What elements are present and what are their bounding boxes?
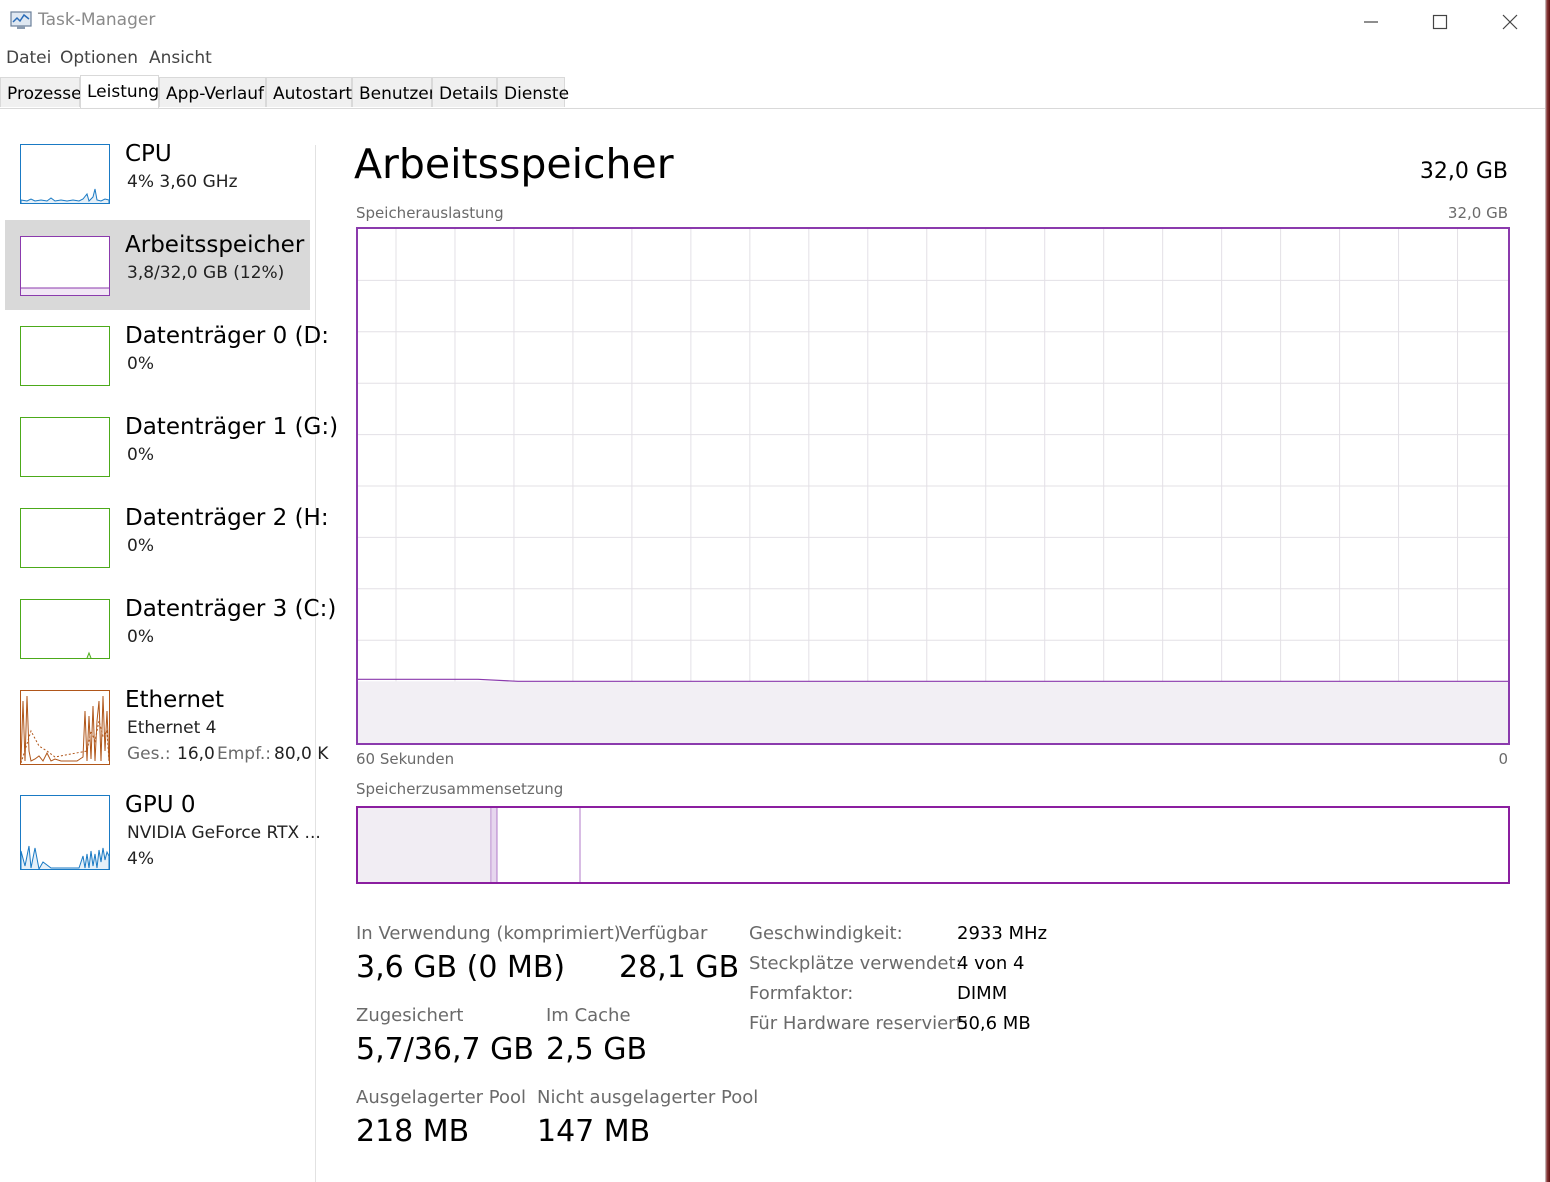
- sidebar-item-subtitle: 0%: [127, 627, 154, 647]
- tab-dienste[interactable]: Dienste: [497, 77, 569, 107]
- tab-prozesse[interactable]: Prozesse: [0, 77, 82, 107]
- sidebar-item-datentraeger-1[interactable]: Datenträger 1 (G:) 0%: [5, 414, 338, 507]
- maximize-icon: [1432, 14, 1448, 30]
- tab-leistung[interactable]: Leistung: [80, 75, 159, 109]
- sidebar-item-arbeitsspeicher[interactable]: Arbeitsspeicher 3,8/32,0 GB (12%): [5, 220, 310, 310]
- sidebar-item-title: GPU 0: [125, 792, 196, 818]
- ethernet-received-value: 80,0 K: [274, 744, 329, 764]
- graph-grid: [358, 229, 1508, 743]
- ethernet-thumbnail-graph: [20, 690, 110, 765]
- graph-axis-right: 0: [1498, 750, 1508, 768]
- gpu-usage-value: 4%: [127, 849, 154, 869]
- menu-ansicht[interactable]: Ansicht: [149, 48, 212, 68]
- sidebar-item-subtitle: 3,8/32,0 GB (12%): [127, 263, 285, 283]
- tab-benutzer[interactable]: Benutzer: [352, 77, 436, 107]
- nonpaged-pool-label: Nicht ausgelagerter Pool: [537, 1087, 759, 1108]
- disk-0-thumbnail-graph: [20, 326, 110, 386]
- sidebar-item-title: Datenträger 3 (C:): [125, 596, 337, 622]
- minimize-icon: [1364, 21, 1378, 23]
- sidebar-item-datentraeger-3[interactable]: Datenträger 3 (C:) 0%: [5, 596, 336, 689]
- composition-in-use: [358, 808, 491, 882]
- sidebar-item-title: Datenträger 0 (D:: [125, 323, 330, 349]
- ethernet-received-label: Empf.:: [217, 744, 271, 764]
- disk-2-thumbnail-graph: [20, 508, 110, 568]
- form-factor-value: DIMM: [957, 983, 1008, 1004]
- disk-1-thumbnail-graph: [20, 417, 110, 477]
- nonpaged-pool-value: 147 MB: [537, 1114, 651, 1149]
- menu-datei[interactable]: Datei: [6, 48, 51, 68]
- available-value: 28,1 GB: [619, 950, 740, 985]
- paged-pool-value: 218 MB: [356, 1114, 470, 1149]
- close-icon: [1502, 14, 1518, 30]
- tab-autostart[interactable]: Autostart: [266, 77, 352, 107]
- sidebar-item-subtitle: 4% 3,60 GHz: [127, 172, 238, 192]
- sidebar-item-title: CPU: [125, 141, 172, 167]
- disk-3-thumbnail-graph: [20, 599, 110, 659]
- composition-caption: Speicherzusammensetzung: [356, 780, 564, 798]
- sidebar-divider: [315, 145, 316, 1182]
- slots-value: 4 von 4: [957, 953, 1025, 974]
- sidebar-item-subtitle: Ethernet 4: [127, 718, 217, 738]
- usage-fill: [358, 681, 1508, 743]
- sidebar-item-subtitle: NVIDIA GeForce RTX ...: [127, 823, 321, 843]
- graph-axis-left: 60 Sekunden: [356, 750, 455, 768]
- task-manager-app-icon: [10, 10, 32, 30]
- hardware-reserved-label: Für Hardware reserviert:: [749, 1013, 969, 1034]
- gpu-thumbnail-graph: [20, 795, 110, 870]
- usage-max-label: 32,0 GB: [1447, 204, 1508, 222]
- committed-value: 5,7/36,7 GB: [356, 1032, 534, 1067]
- committed-label: Zugesichert: [356, 1005, 464, 1026]
- sidebar-item-title: Datenträger 2 (H:: [125, 505, 329, 531]
- close-button[interactable]: [1475, 0, 1545, 44]
- tab-details[interactable]: Details: [432, 77, 498, 107]
- sidebar-item-datentraeger-0[interactable]: Datenträger 0 (D: 0%: [5, 323, 329, 416]
- sidebar-item-subtitle: 0%: [127, 445, 154, 465]
- tab-bar-divider: [0, 108, 1546, 109]
- memory-thumbnail-graph: [20, 236, 110, 296]
- cached-value: 2,5 GB: [546, 1032, 648, 1067]
- sidebar-item-title: Ethernet: [125, 687, 225, 713]
- sidebar-item-subtitle: 0%: [127, 354, 154, 374]
- page-title: Arbeitsspeicher: [354, 140, 674, 188]
- cached-label: Im Cache: [546, 1005, 631, 1026]
- speed-label: Geschwindigkeit:: [749, 923, 903, 944]
- sidebar-item-title: Arbeitsspeicher: [125, 232, 305, 258]
- cpu-thumbnail-graph: [20, 144, 110, 204]
- in-use-label: In Verwendung (komprimiert): [356, 923, 621, 944]
- ethernet-sent-value: 16,0: [177, 744, 215, 764]
- title-bar: Task-Manager: [0, 0, 1546, 44]
- memory-composition-bar: [356, 806, 1510, 884]
- sidebar-item-subtitle: 0%: [127, 536, 154, 556]
- slots-label: Steckplätze verwendet:: [749, 953, 962, 974]
- sidebar-item-gpu-0[interactable]: GPU 0 NVIDIA GeForce RTX ... 4%: [5, 792, 321, 885]
- composition-modified: [492, 808, 497, 882]
- form-factor-label: Formfaktor:: [749, 983, 854, 1004]
- ethernet-sent-label: Ges.:: [127, 744, 171, 764]
- window-title: Task-Manager: [38, 10, 156, 30]
- menu-optionen[interactable]: Optionen: [60, 48, 138, 68]
- available-label: Verfügbar: [619, 923, 708, 944]
- memory-total: 32,0 GB: [1419, 159, 1508, 184]
- sidebar-item-ethernet[interactable]: Ethernet Ethernet 4 Ges.: 16,0 Empf.: 80…: [5, 687, 328, 780]
- minimize-button[interactable]: [1336, 0, 1406, 44]
- tab-app-verlauf[interactable]: App-Verlauf: [159, 77, 266, 107]
- maximize-button[interactable]: [1405, 0, 1475, 44]
- hardware-reserved-value: 50,6 MB: [957, 1013, 1031, 1034]
- in-use-value: 3,6 GB (0 MB): [356, 950, 566, 985]
- usage-caption: Speicherauslastung: [356, 204, 504, 222]
- usage-line: [358, 678, 1508, 682]
- memory-usage-graph: [356, 227, 1510, 745]
- speed-value: 2933 MHz: [957, 923, 1048, 944]
- window-edge: [1545, 0, 1550, 1182]
- sidebar-item-title: Datenträger 1 (G:): [125, 414, 339, 440]
- paged-pool-label: Ausgelagerter Pool: [356, 1087, 527, 1108]
- sidebar-item-datentraeger-2[interactable]: Datenträger 2 (H: 0%: [5, 505, 329, 598]
